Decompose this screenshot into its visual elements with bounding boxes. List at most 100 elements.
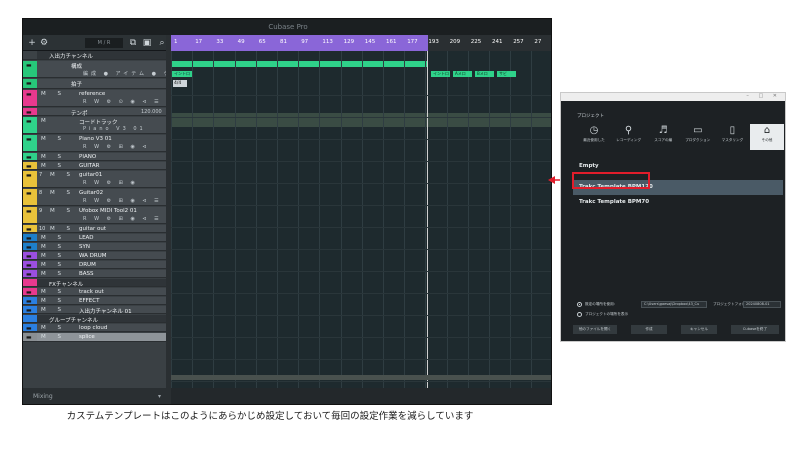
track-name[interactable]: Ufobox MIDI Tool2 01 xyxy=(79,208,137,214)
mute-solo-buttons[interactable]: M S xyxy=(41,91,66,97)
category-tab[interactable]: ⌂ その他 xyxy=(750,124,784,150)
track-name[interactable]: PIANO xyxy=(79,154,96,160)
mute-solo-buttons[interactable]: M xyxy=(41,118,51,124)
track-row[interactable]: ▬ 構成 編成 ● アイテム ● ゲート ● xyxy=(23,61,197,78)
marker[interactable]: Aメロ xyxy=(453,71,472,77)
track-row[interactable]: ▬ M S Piano V3 01 R W ⚙ ⊞ ◉ ⊲ xyxy=(23,135,166,152)
track-row[interactable]: ▬ 7 M S guitar01 R W ⚙ ⊞ ◉ xyxy=(23,171,166,188)
category-tab[interactable]: ▭ プロダクション xyxy=(681,124,715,150)
mute-solo-buttons[interactable]: M S xyxy=(50,208,75,214)
track-row[interactable]: ▬ M S DRUM xyxy=(23,261,166,269)
track-controls[interactable]: R W ⚙ ⊞ ◉ ⊲ ☰ xyxy=(83,198,162,204)
settings-gear-icon[interactable]: ⚙ xyxy=(38,37,50,49)
mute-solo-buttons[interactable]: M S xyxy=(41,271,66,277)
track-controls[interactable]: R W ⚙ ⊞ ◉ ⊲ xyxy=(83,144,150,150)
mute-solo-buttons[interactable]: M S xyxy=(41,298,66,304)
track-name[interactable]: 拍子 xyxy=(71,80,82,88)
track-controls[interactable]: R W ⚙ ⊙ ◉ ⊲ ☰ xyxy=(83,99,162,105)
track-name[interactable]: LEAD xyxy=(79,235,94,241)
prompt-location-radio[interactable] xyxy=(577,312,582,317)
view-selector[interactable]: M / R xyxy=(85,38,123,48)
track-row[interactable]: ▬ 10 M S guitar out xyxy=(23,225,166,233)
window-icon[interactable]: ▣ xyxy=(141,37,153,49)
mute-solo-buttons[interactable]: M S xyxy=(50,226,75,232)
project-folder-field[interactable]: 20240808-01 xyxy=(743,301,781,308)
track-row[interactable]: ▬ 9 M S Ufobox MIDI Tool2 01 R W ⚙ ⊞ ◉ ⊲ ☰ xyxy=(23,207,166,224)
default-location-radio[interactable] xyxy=(577,302,582,307)
mute-solo-buttons[interactable]: M S xyxy=(41,289,66,295)
mute-solo-buttons[interactable]: M S xyxy=(41,325,66,331)
track-name[interactable]: Piano V3 01 xyxy=(79,136,112,142)
chevron-down-icon[interactable]: ▾ xyxy=(158,388,161,404)
category-tab[interactable]: ♬ スコアの編 xyxy=(646,124,680,150)
mute-solo-buttons[interactable]: M S xyxy=(41,244,66,250)
track-name[interactable]: コードトラック xyxy=(79,118,118,126)
track-row[interactable]: ▬ M S loop cloud xyxy=(23,324,166,332)
marker[interactable]: イントロ xyxy=(431,71,450,77)
track-row[interactable]: ▬ M S track out xyxy=(23,288,166,296)
track-row[interactable]: 入出力チャンネル xyxy=(23,51,166,60)
template-item[interactable]: Trakc Template BPM70 xyxy=(573,195,783,210)
time-signature[interactable]: 4/4 xyxy=(173,80,187,87)
track-name[interactable]: Guitar02 xyxy=(79,190,103,196)
track-row[interactable]: グループチャンネル xyxy=(23,315,166,324)
category-tab[interactable]: ◷ 最近使用した xyxy=(577,124,611,150)
track-row[interactable]: ▬ M コードトラック Piano V3 01 xyxy=(23,117,166,134)
track-name[interactable]: FXチャンネル xyxy=(49,280,83,288)
mute-solo-buttons[interactable]: M S xyxy=(41,307,66,313)
track-name[interactable]: loop cloud xyxy=(79,325,107,331)
track-name[interactable]: SYN xyxy=(79,244,90,250)
mute-solo-buttons[interactable]: M S xyxy=(41,154,66,160)
track-name[interactable]: guitar01 xyxy=(79,172,102,178)
ruler[interactable]: 1 17 33 49 65 81 97 113 129 145 161 177 193 209 225 241… xyxy=(171,35,551,51)
track-name[interactable]: GUITAR xyxy=(79,163,99,169)
mute-solo-buttons[interactable]: M S xyxy=(41,163,66,169)
track-row[interactable]: ▬ M S EFFECT xyxy=(23,297,166,305)
cancel-button[interactable]: キャンセル xyxy=(681,325,717,334)
track-row[interactable]: ▬ 8 M S Guitar02 R W ⚙ ⊞ ◉ ⊲ ☰ xyxy=(23,189,166,206)
track-name[interactable]: WA DRUM xyxy=(79,253,106,259)
track-name[interactable]: reference xyxy=(79,91,105,97)
track-name[interactable]: 入出力チャンネル 01 xyxy=(79,307,132,315)
track-name[interactable]: BASS xyxy=(79,271,94,277)
track-name[interactable]: グループチャンネル xyxy=(49,316,98,324)
track-controls[interactable]: R W ⚙ ⊞ ◉ ⊲ ☰ xyxy=(83,216,162,222)
marker[interactable]: Bメロ xyxy=(475,71,494,77)
mute-solo-buttons[interactable]: M S xyxy=(41,334,66,340)
track-row[interactable]: ▬ M S LEAD xyxy=(23,234,166,242)
track-row[interactable]: ▬ M S WA DRUM xyxy=(23,252,166,260)
track-row[interactable]: ▬ M S splice xyxy=(23,333,166,342)
track-row[interactable]: ▬ テンポ 120.000 xyxy=(23,108,166,117)
tempo-value[interactable]: 120.000 xyxy=(141,109,162,115)
track-name[interactable]: EFFECT xyxy=(79,298,99,304)
marker-start[interactable]: イントロ xyxy=(172,71,192,77)
track-row[interactable]: ▬ M S SYN xyxy=(23,243,166,251)
quit-cubase-button[interactable]: Cubaseを終了 xyxy=(731,325,779,334)
mute-solo-buttons[interactable]: M S xyxy=(41,262,66,268)
track-row[interactable]: ▬ M S PIANO xyxy=(23,153,166,161)
mute-solo-buttons[interactable]: M S xyxy=(41,253,66,259)
open-other-button[interactable]: 他のファイルを開く xyxy=(573,325,617,334)
track-row[interactable]: ▬ 拍子 xyxy=(23,79,166,89)
track-name[interactable]: 入出力チャンネル xyxy=(49,52,93,60)
mixing-footer[interactable]: Mixing ▾ xyxy=(23,388,171,404)
track-name[interactable]: DRUM xyxy=(79,262,96,268)
track-name[interactable]: track out xyxy=(79,289,104,295)
track-row[interactable]: ▬ M S 入出力チャンネル 01 xyxy=(23,306,166,315)
track-name[interactable]: テンポ xyxy=(71,109,88,117)
track-row[interactable]: ▬ M S reference R W ⚙ ⊙ ◉ ⊲ ☰ xyxy=(23,90,166,107)
track-row[interactable]: ▬ M S BASS xyxy=(23,270,166,278)
copy-icon[interactable]: ⧉ xyxy=(127,37,139,49)
create-button[interactable]: 作成 xyxy=(631,325,667,334)
location-path-field[interactable]: C:\Users\gaesaj\Dropbox\43_Cu xyxy=(641,301,707,308)
arrange-area[interactable]: イントロ 4/4 イントロ Aメロ Bメロ サビ xyxy=(171,51,551,388)
marker[interactable]: サビ xyxy=(497,71,516,77)
track-row[interactable]: ▬ M S GUITAR xyxy=(23,162,166,170)
add-track-button[interactable]: + xyxy=(26,37,38,49)
window-controls[interactable]: – □ ✕ xyxy=(746,93,781,99)
track-name[interactable]: splice xyxy=(79,334,95,340)
arranger-block[interactable] xyxy=(171,61,428,67)
track-controls[interactable]: R W ⚙ ⊞ ◉ xyxy=(83,180,138,186)
mute-solo-buttons[interactable]: M S xyxy=(41,136,66,142)
mute-solo-buttons[interactable]: M S xyxy=(50,172,75,178)
